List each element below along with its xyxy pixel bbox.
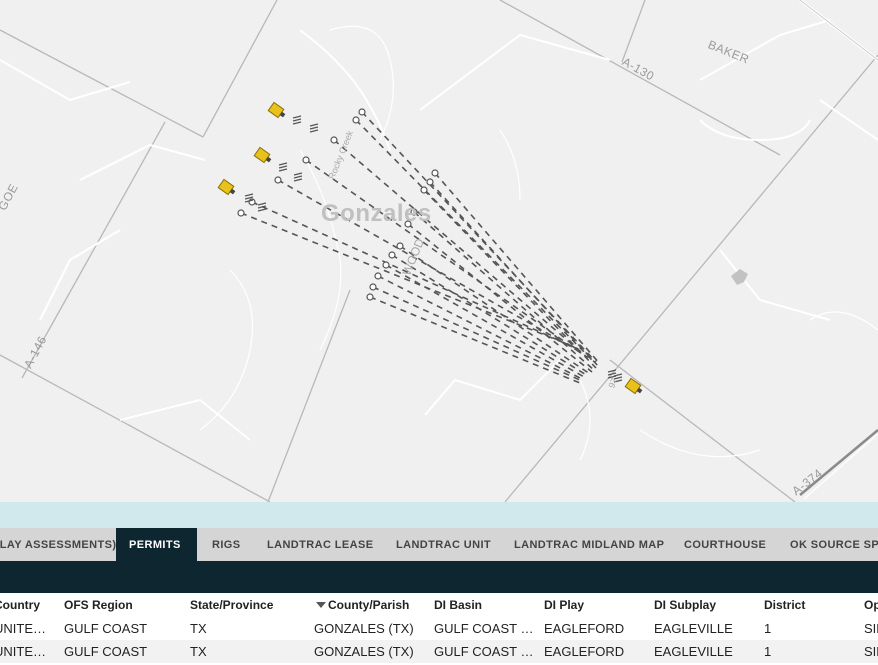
- cell-di-subplay: EAGLEVILLE: [654, 644, 733, 659]
- tab-landtrac-unit[interactable]: LANDTRAC UNIT: [383, 528, 504, 561]
- column-header-state-province[interactable]: State/Province: [190, 596, 310, 614]
- map-canvas[interactable]: [0, 0, 878, 502]
- well-path[interactable]: [305, 159, 586, 357]
- cell-country: UNITED STATES: [0, 644, 52, 659]
- lateral-hatch: [293, 172, 303, 176]
- column-header-ofs-region[interactable]: OFS Region: [64, 596, 184, 614]
- minor-roads: [199, 25, 878, 461]
- cell-country: UNITED STATES: [0, 621, 52, 636]
- bottom-hole-icon[interactable]: [274, 176, 282, 184]
- cell-di-basin: GULF COAST BASIN: [434, 621, 534, 636]
- lateral-hatch: [278, 162, 288, 166]
- column-header-district[interactable]: District: [764, 596, 859, 614]
- bottom-hole-icon[interactable]: [396, 242, 404, 250]
- well-pad-icon[interactable]: [217, 178, 237, 196]
- bottom-hole-icon[interactable]: [382, 261, 390, 269]
- well-path[interactable]: [333, 139, 589, 359]
- column-header-county-parish-label: County/Parish: [328, 598, 410, 612]
- lateral-hatch: [607, 372, 617, 376]
- bottom-hole-icon[interactable]: [374, 272, 382, 280]
- tab-permits[interactable]: PERMITS: [116, 528, 197, 561]
- bottom-hole-icon[interactable]: [388, 251, 396, 259]
- lateral-hatch: [278, 165, 288, 169]
- lateral-hatch: [292, 115, 302, 119]
- map-footer-band: [0, 502, 878, 528]
- cell-district: 1: [764, 644, 772, 659]
- tab-landtrac-midland-map[interactable]: LANDTRAC MIDLAND MAP: [501, 528, 677, 561]
- bottom-hole-icon[interactable]: [431, 169, 439, 177]
- well-path[interactable]: [385, 264, 587, 379]
- bottom-hole-icon[interactable]: [366, 293, 374, 301]
- lateral-hatch: [607, 369, 617, 373]
- cell-ofs-region: GULF COAST: [64, 644, 148, 659]
- column-header-county-parish[interactable]: County/Parish: [316, 596, 431, 614]
- column-header-di-subplay[interactable]: DI Subplay: [654, 596, 759, 614]
- lateral-hatch: [278, 168, 288, 172]
- bottom-hole-icon[interactable]: [358, 108, 366, 116]
- bottom-hole-icon[interactable]: [369, 283, 377, 291]
- well-path[interactable]: [369, 296, 581, 384]
- cell-ofs-region: GULF COAST: [64, 621, 148, 636]
- lateral-hatch: [292, 118, 302, 122]
- cell-operator: SILVERBOW: [864, 621, 878, 636]
- table-row[interactable]: UNITED STATES GULF COAST TX GONZALES (TX…: [0, 617, 878, 640]
- lateral-hatch: [292, 121, 302, 125]
- lateral-hatch: [257, 202, 267, 206]
- grid-toolbar: [0, 561, 878, 593]
- cell-operator: SILVERBOW: [864, 644, 878, 659]
- roads: [0, 19, 878, 441]
- well-pad-icon[interactable]: [267, 101, 287, 119]
- well-path[interactable]: [399, 245, 591, 375]
- cell-di-play: EAGLEFORD: [544, 644, 625, 659]
- well-path[interactable]: [429, 181, 599, 367]
- well-pad-icon[interactable]: [253, 146, 273, 164]
- layer-tab-bar: (PLAY ASSESSMENTS) PERMITS RIGS LANDTRAC…: [0, 528, 878, 561]
- tab-landtrac-lease[interactable]: LANDTRAC LEASE: [254, 528, 386, 561]
- tab-courthouse[interactable]: COURTHOUSE: [671, 528, 779, 561]
- lateral-hatch: [309, 126, 319, 130]
- column-header-di-play[interactable]: DI Play: [544, 596, 649, 614]
- sort-descending-icon: [316, 602, 326, 608]
- county-label: Gonzales: [321, 200, 432, 227]
- lateral-hatch: [309, 129, 319, 133]
- survey-boundaries: [0, 0, 878, 502]
- column-header-operator[interactable]: Operator: [864, 596, 878, 614]
- lateral-hatch: [309, 123, 319, 127]
- lateral-hatch: [293, 178, 303, 182]
- cell-di-subplay: EAGLEVILLE: [654, 621, 733, 636]
- tab-play-assessments[interactable]: (PLAY ASSESSMENTS): [0, 528, 129, 561]
- cell-county-parish: GONZALES (TX): [314, 621, 414, 636]
- cell-state-province: TX: [190, 621, 207, 636]
- well-pad-icon[interactable]: [624, 377, 644, 395]
- well-path[interactable]: [372, 286, 583, 382]
- bottom-hole-icon[interactable]: [420, 186, 428, 194]
- tab-ok-source-spacing[interactable]: OK SOURCE SPACING: [777, 528, 878, 561]
- bottom-hole-icon[interactable]: [302, 156, 310, 164]
- permits-table: Country OFS Region State/Province County…: [0, 593, 878, 665]
- well-path[interactable]: [407, 223, 593, 373]
- bottom-hole-icon[interactable]: [330, 136, 338, 144]
- cell-state-province: TX: [190, 644, 207, 659]
- bottom-hole-icon[interactable]: [352, 116, 360, 124]
- map-view[interactable]: GOE BAKER A-130 A-146 A-374 Gonzales Roc…: [0, 0, 878, 502]
- tab-rigs[interactable]: RIGS: [199, 528, 254, 561]
- cell-di-basin: GULF COAST BASIN: [434, 644, 534, 659]
- bottom-hole-icon[interactable]: [426, 178, 434, 186]
- cell-county-parish: GONZALES (TX): [314, 644, 414, 659]
- lateral-hatch: [244, 193, 254, 197]
- lateral-hatch: [257, 208, 267, 212]
- bottom-hole-icon[interactable]: [237, 209, 245, 217]
- cell-district: 1: [764, 621, 772, 636]
- lateral-hatch: [613, 373, 623, 377]
- lateral-hatch: [293, 175, 303, 179]
- well-path[interactable]: [361, 111, 597, 363]
- column-header-country[interactable]: Country: [0, 596, 54, 614]
- cell-di-play: EAGLEFORD: [544, 621, 625, 636]
- well-path[interactable]: [355, 119, 593, 361]
- column-header-di-basin[interactable]: DI Basin: [434, 596, 539, 614]
- table-row[interactable]: UNITED STATES GULF COAST TX GONZALES (TX…: [0, 640, 878, 663]
